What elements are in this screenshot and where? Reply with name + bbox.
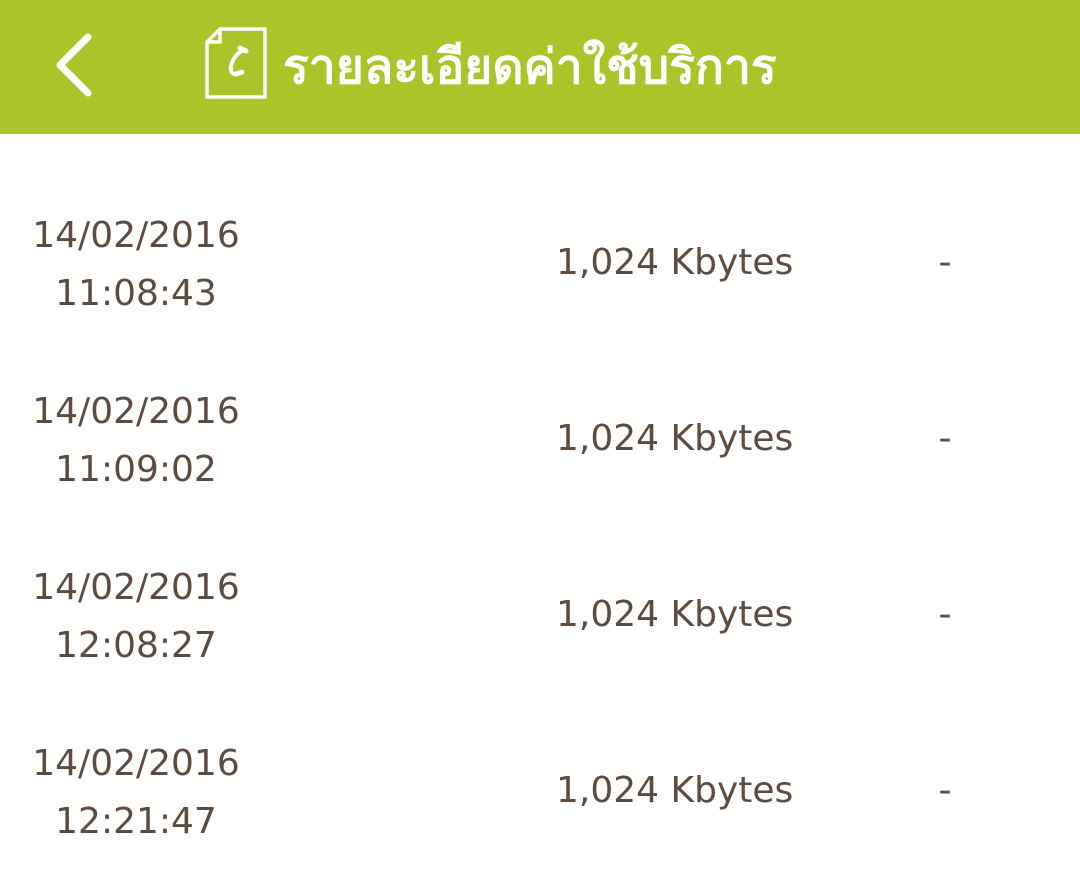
list-item[interactable]: 14/02/2016 11:08:43 1,024 Kbytes - xyxy=(0,176,1080,352)
record-date: 14/02/2016 xyxy=(32,743,240,784)
list-item[interactable]: 14/02/2016 12:21:47 1,024 Kbytes - xyxy=(0,704,1080,880)
record-charge: - xyxy=(938,594,952,635)
record-time: 11:09:02 xyxy=(55,449,217,490)
list-item[interactable]: 14/02/2016 11:09:02 1,024 Kbytes - xyxy=(0,352,1080,528)
record-usage: 1,024 Kbytes xyxy=(556,418,794,459)
chevron-left-icon xyxy=(56,33,92,97)
record-usage: 1,024 Kbytes xyxy=(556,770,794,811)
record-charge: - xyxy=(938,418,952,459)
phone-document-icon xyxy=(203,26,269,100)
record-charge: - xyxy=(938,242,952,283)
record-usage: 1,024 Kbytes xyxy=(556,242,794,283)
record-time: 12:21:47 xyxy=(55,801,217,842)
record-date: 14/02/2016 xyxy=(32,215,240,256)
record-time: 12:08:27 xyxy=(55,625,217,666)
record-usage: 1,024 Kbytes xyxy=(556,594,794,635)
list-item[interactable]: 14/02/2016 12:08:27 1,024 Kbytes - xyxy=(0,528,1080,704)
record-date: 14/02/2016 xyxy=(32,391,240,432)
record-charge: - xyxy=(938,770,952,811)
back-button[interactable] xyxy=(40,20,110,110)
record-date: 14/02/2016 xyxy=(32,567,240,608)
page-title: รายละเอียดค่าใช้บริการ xyxy=(283,39,777,95)
usage-list: 14/02/2016 11:08:43 1,024 Kbytes - 14/02… xyxy=(0,176,1080,880)
app-header: รายละเอียดค่าใช้บริการ xyxy=(0,0,1080,134)
record-time: 11:08:43 xyxy=(55,273,217,314)
